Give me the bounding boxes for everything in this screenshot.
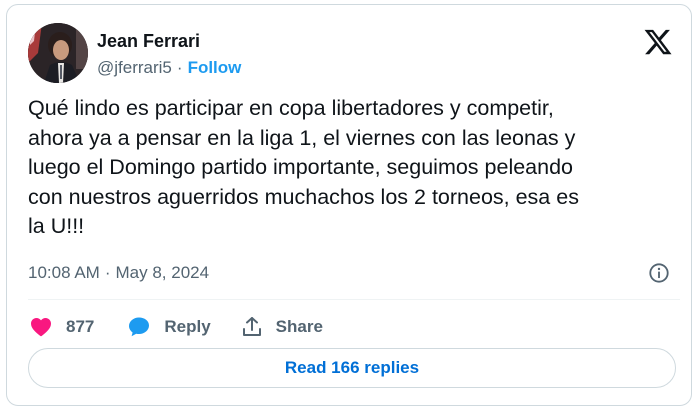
x-logo-icon[interactable] — [643, 27, 673, 57]
read-replies-button[interactable]: Read 166 replies — [28, 348, 676, 388]
reply-label: Reply — [164, 317, 211, 336]
reply-button[interactable]: Reply — [126, 315, 211, 339]
avatar-photo — [28, 23, 88, 83]
tweet-date: May 8, 2024 — [115, 263, 210, 282]
like-count: 877 — [66, 317, 95, 336]
like-button[interactable]: 877 — [28, 315, 94, 339]
follow-button[interactable]: Follow — [188, 58, 242, 77]
tweet-timestamp[interactable]: 10:08 AM · May 8, 2024 — [28, 263, 209, 283]
share-icon — [242, 317, 261, 336]
share-label: Share — [275, 317, 323, 336]
heart-icon — [31, 318, 51, 337]
speech-bubble-icon — [129, 317, 150, 337]
divider — [28, 299, 680, 300]
author-name[interactable]: Jean Ferrari — [97, 31, 200, 52]
handle-separator: · — [176, 58, 183, 77]
action-bar: 877 Reply Share — [28, 312, 323, 342]
share-button[interactable]: Share — [240, 315, 323, 339]
timestamp-separator: · — [104, 263, 111, 282]
avatar[interactable] — [28, 23, 88, 83]
tweet-text: Qué lindo es participar en copa libertad… — [28, 96, 579, 238]
tweet-time: 10:08 AM — [28, 263, 100, 282]
author-handle-row: @jferrari5 · Follow — [97, 58, 241, 78]
info-icon[interactable] — [648, 262, 670, 284]
author-handle[interactable]: @jferrari5 — [97, 58, 172, 77]
tweet-card: Jean Ferrari @jferrari5 · Follow Qué lindo… — [6, 4, 692, 406]
